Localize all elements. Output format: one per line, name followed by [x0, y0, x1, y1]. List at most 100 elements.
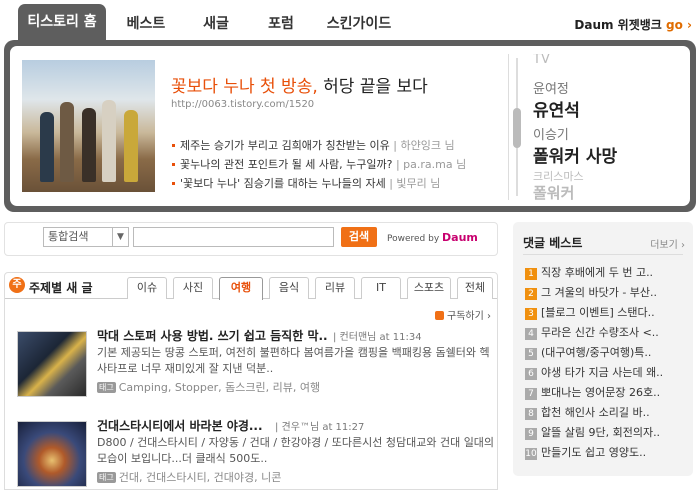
- tab-forum[interactable]: 포럼: [256, 9, 306, 39]
- keyword-item[interactable]: 이승기: [533, 124, 569, 143]
- rank-badge: 3: [525, 308, 537, 320]
- subscribe-link[interactable]: 구독하기 ›: [435, 307, 491, 322]
- tag-icon: 태그: [97, 472, 116, 483]
- feature-headline[interactable]: 꽃보다 누나 첫 방송, 허당 끝을 보다: [171, 72, 428, 97]
- related-title: 제주는 승기가 부리고 김희애가 칭찬받는 이유: [180, 139, 390, 152]
- comment-title: 알뜰 살림 9단, 회전의자..: [541, 426, 661, 439]
- top-nav: 티스토리 홈 베스트 새글 포럼 스킨가이드 Daum 위젯뱅크 go ›: [0, 0, 700, 44]
- comment-title: 직장 후배에게 두 번 고..: [541, 266, 654, 279]
- post-title[interactable]: 막대 스토퍼 사용 방법. 쓰기 쉽고 듬직한 막..: [97, 327, 328, 344]
- keyword-item[interactable]: TV: [533, 54, 550, 67]
- widget-bank-link[interactable]: Daum 위젯뱅크 go ›: [574, 16, 692, 33]
- comment-title: 뽀대나는 영어문장 26호..: [541, 386, 661, 399]
- related-title: '꽃보다 누나' 짐승기를 대하는 누나들의 자세: [180, 177, 386, 190]
- search-button[interactable]: 검색: [341, 227, 377, 247]
- rss-icon: [435, 311, 445, 320]
- person-figure: [60, 102, 74, 182]
- list-item[interactable]: 3 [블로그 이벤트] 스탠다..: [525, 304, 685, 322]
- tab-sports[interactable]: 스포츠: [407, 277, 451, 299]
- list-item[interactable]: '꽃보다 누나' 짐승기를 대하는 누나들의 자세 | 빛무리 님: [171, 174, 501, 193]
- tab-skin-guide[interactable]: 스킨가이드: [318, 9, 400, 39]
- comment-title: (대구여행/중구여행)특..: [541, 346, 652, 359]
- post-tag-list[interactable]: Camping, Stopper, 돔스크린, 리뷰, 여행: [119, 381, 320, 394]
- daum-logo: Daum: [442, 231, 478, 244]
- post-thumbnail[interactable]: [17, 421, 87, 487]
- search-scope-select[interactable]: 통합검색 ▼: [43, 227, 129, 247]
- list-item[interactable]: 2 그 겨울의 바닷가 - 부산..: [525, 284, 685, 302]
- comment-title: 합천 해인사 소리길 바..: [541, 406, 650, 419]
- post-tags: 태그 Camping, Stopper, 돔스크린, 리뷰, 여행: [97, 379, 320, 395]
- feature-photo[interactable]: [22, 60, 155, 192]
- tab-issue[interactable]: 이슈: [127, 277, 167, 299]
- hot-keyword-panel: TV 윤여정 유연석 이승기 폴워커 사망 크리스마스 폴워커: [508, 54, 684, 200]
- list-item[interactable]: 8 합천 해인사 소리길 바..: [525, 404, 685, 422]
- search-bar: 통합검색 ▼ 검색 Powered by Daum: [4, 222, 498, 256]
- list-item[interactable]: 1 직장 후배에게 두 번 고..: [525, 264, 685, 282]
- keyword-item[interactable]: 유연석: [533, 96, 580, 121]
- widget-bank-go: go ›: [666, 18, 692, 32]
- powered-by-label: Powered by: [387, 234, 440, 244]
- rank-badge: 5: [525, 348, 537, 360]
- tag-icon: 태그: [97, 382, 116, 393]
- powered-by: Powered by Daum: [387, 231, 478, 244]
- tab-new-posts[interactable]: 새글: [190, 9, 242, 39]
- post-item: 건대스타시티에서 바라본 야경... | 견우™님 at 11:27 D800 …: [15, 417, 494, 490]
- feature-url[interactable]: http://0063.tistory.com/1520: [171, 99, 314, 110]
- feature-headline-highlight: 꽃보다 누나 첫 방송,: [171, 77, 318, 97]
- tab-food[interactable]: 음식: [269, 277, 309, 299]
- search-input[interactable]: [133, 227, 334, 247]
- chevron-down-icon: ▼: [112, 228, 128, 246]
- keyword-item[interactable]: 윤여정: [533, 78, 569, 97]
- list-item[interactable]: 5 (대구여행/중구여행)특..: [525, 344, 685, 362]
- person-figure: [102, 100, 116, 182]
- related-title: 꽃누나의 관전 포인트가 될 세 사람, 누구일까?: [180, 158, 393, 171]
- keyword-scrollbar[interactable]: [513, 58, 521, 196]
- rank-badge: 8: [525, 408, 537, 420]
- list-item[interactable]: 10 만들기도 쉽고 영양도..: [525, 444, 685, 462]
- list-item[interactable]: 제주는 승기가 부리고 김희애가 칭찬받는 이유 | 하얀잉크 님: [171, 136, 501, 155]
- keyword-item[interactable]: 폴워커 사망: [533, 142, 617, 167]
- post-meta: | 컨터맨님 at 11:34: [333, 332, 422, 343]
- list-item[interactable]: 6 야생 타가 지금 사는데 왜..: [525, 364, 685, 382]
- rank-badge: 7: [525, 388, 537, 400]
- tab-best[interactable]: 베스트: [116, 9, 176, 39]
- tab-it[interactable]: IT: [361, 277, 401, 299]
- tab-all[interactable]: 전체: [457, 277, 493, 299]
- tab-photo[interactable]: 사진: [173, 277, 213, 299]
- person-figure: [40, 112, 54, 182]
- feature-headline-rest: 허당 끝을 보다: [317, 77, 428, 97]
- topic-header: 주 주제별 새 글 이슈 사진 여행 음식 리뷰 IT 스포츠 전체: [5, 273, 497, 300]
- tab-review[interactable]: 리뷰: [315, 277, 355, 299]
- rank-badge: 9: [525, 428, 537, 440]
- list-item[interactable]: 4 무라은 신간 수량조사 <..: [525, 324, 685, 342]
- topic-icon: 주: [9, 277, 25, 293]
- tab-tistory-home[interactable]: 티스토리 홈: [18, 4, 106, 42]
- rank-badge: 2: [525, 288, 537, 300]
- comment-title: 만들기도 쉽고 영양도..: [541, 446, 647, 459]
- scroll-thumb[interactable]: [513, 108, 521, 148]
- list-item[interactable]: 7 뽀대나는 영어문장 26호..: [525, 384, 685, 402]
- comment-title: 야생 타가 지금 사는데 왜..: [541, 366, 664, 379]
- post-tags: 태그 건대, 건대스타시티, 건대야경, 니콘: [97, 469, 281, 485]
- post-description: D800 / 건대스타시티 / 자양동 / 건대 / 한강야경 / 또다른시선 …: [97, 436, 495, 465]
- rank-badge: 6: [525, 368, 537, 380]
- post-tag-list[interactable]: 건대, 건대스타시티, 건대야경, 니콘: [119, 471, 282, 484]
- list-item[interactable]: 9 알뜰 살림 9단, 회전의자..: [525, 424, 685, 442]
- comment-title: [블로그 이벤트] 스탠다..: [541, 306, 655, 319]
- person-figure: [82, 108, 96, 182]
- more-link[interactable]: 더보기 ›: [650, 236, 685, 251]
- best-comments-title: 댓글 베스트: [523, 236, 583, 250]
- comment-title: 그 겨울의 바닷가 - 부산..: [541, 286, 658, 299]
- feature-panel: 꽃보다 누나 첫 방송, 허당 끝을 보다 http://0063.tistor…: [4, 40, 696, 212]
- tab-travel[interactable]: 여행: [219, 277, 263, 300]
- keyword-item[interactable]: 폴워커: [533, 182, 574, 200]
- subscribe-label: 구독하기 ›: [447, 311, 491, 322]
- post-thumbnail[interactable]: [17, 331, 87, 397]
- comment-title: 무라은 신간 수량조사 <..: [541, 326, 659, 339]
- post-title[interactable]: 건대스타시티에서 바라본 야경...: [97, 417, 263, 434]
- related-author: | 빛무리 님: [385, 177, 441, 190]
- widget-bank-label: Daum 위젯뱅크: [574, 18, 662, 32]
- list-item[interactable]: 꽃누나의 관전 포인트가 될 세 사람, 누구일까? | pa.ra.ma 님: [171, 155, 501, 174]
- topic-section: 주 주제별 새 글 이슈 사진 여행 음식 리뷰 IT 스포츠 전체 구독하기 …: [4, 272, 498, 490]
- search-scope-value: 통합검색: [48, 230, 89, 243]
